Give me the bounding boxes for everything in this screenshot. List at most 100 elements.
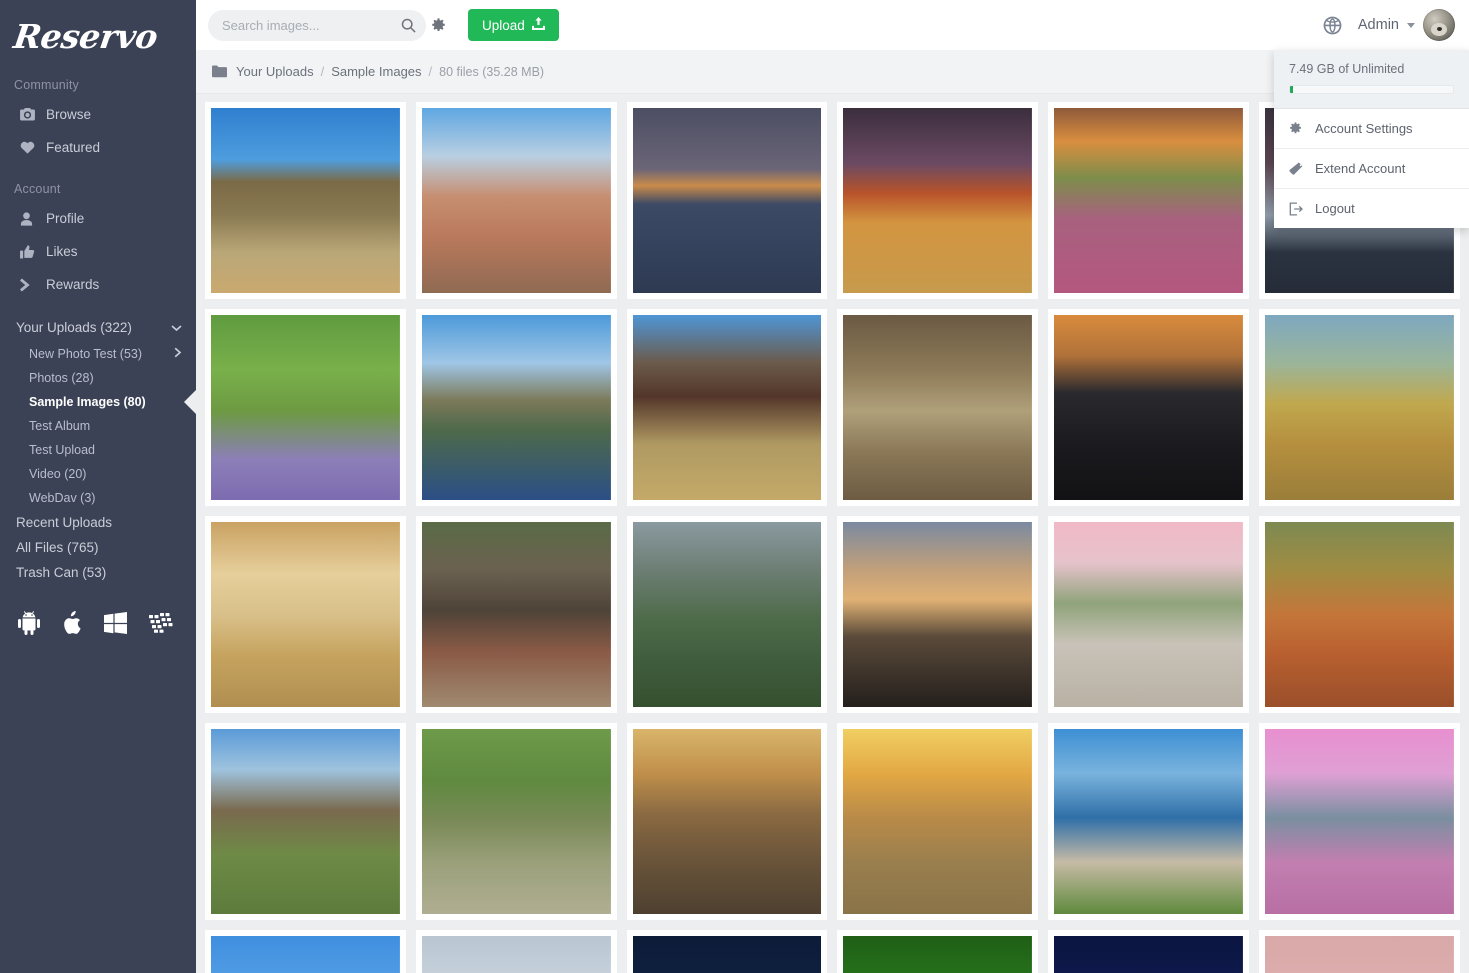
city-harbor-at-pink-dusk (1265, 729, 1454, 914)
upload-button[interactable]: Upload (468, 9, 559, 41)
sidebar-item-rewards[interactable]: Rewards (0, 268, 196, 301)
image-tile[interactable] (1048, 309, 1250, 506)
sidebar-section-account: Account (14, 182, 61, 196)
avatar[interactable] (1423, 9, 1455, 41)
apple-icon[interactable] (62, 611, 82, 635)
image-tile[interactable] (205, 516, 406, 713)
sidebar-item-browse[interactable]: Browse (0, 98, 196, 131)
image-grid (205, 102, 1460, 973)
image-tile[interactable] (837, 309, 1039, 506)
image-tile[interactable] (1048, 516, 1250, 713)
coit-tower-over-pink-sky (1054, 522, 1244, 707)
windows-icon[interactable] (104, 612, 127, 634)
sidebar-album-test-album[interactable]: Test Album (0, 414, 196, 438)
user-name: Admin (1357, 17, 1399, 33)
sidebar-item-likes[interactable]: Likes (0, 235, 196, 268)
globe-icon[interactable] (1323, 16, 1342, 35)
image-tile[interactable] (415, 723, 617, 920)
menu-item-label: Extend Account (1315, 161, 1406, 176)
blackberry-icon[interactable] (149, 613, 173, 633)
breadcrumb-item[interactable]: Sample Images (331, 64, 421, 79)
breadcrumb-item[interactable]: Your Uploads (236, 64, 314, 79)
image-tile[interactable] (415, 930, 617, 973)
brand-logo[interactable]: Reservo (0, 0, 196, 72)
user-menu-toggle[interactable]: Admin (1358, 9, 1455, 41)
search-icon[interactable] (398, 18, 419, 33)
image-tile[interactable] (626, 516, 828, 713)
album-label: Test Album (29, 419, 91, 433)
image-tile[interactable] (205, 102, 406, 299)
redwood-drive-through-tree-with-red-car (421, 522, 611, 707)
image-tile[interactable] (837, 102, 1039, 299)
search-bar[interactable] (208, 9, 445, 41)
gear-icon[interactable] (428, 17, 449, 33)
sidebar-section-community: Community (14, 78, 80, 92)
image-tile[interactable] (1259, 516, 1460, 713)
coastal-cliffs-and-surf (1054, 729, 1244, 914)
user-icon (20, 211, 46, 226)
sidebar-item-label: Profile (46, 211, 85, 226)
menu-item-logout[interactable]: Logout (1274, 188, 1469, 228)
tag-icon (1289, 162, 1303, 176)
image-tile[interactable] (626, 930, 828, 973)
sidebar-album-test-upload[interactable]: Test Upload (0, 438, 196, 462)
golden-gate-sunrise (843, 729, 1033, 914)
sidebar-album-new-photo-test-53[interactable]: New Photo Test (53) (0, 342, 196, 366)
cable-car-silhouette-on-tracks (1054, 315, 1244, 500)
sidebar-item-label: Rewards (46, 277, 100, 292)
coastal-ridge-under-golden-clouds (843, 522, 1033, 707)
album-label: Photos (28) (29, 371, 94, 385)
search-input[interactable] (222, 17, 398, 33)
image-tile[interactable] (415, 516, 617, 713)
sidebar-album-webdav-3[interactable]: WebDav (3) (0, 486, 196, 510)
sidebar-your-uploads-toggle[interactable]: Your Uploads (322) (0, 313, 196, 342)
image-tile[interactable] (1259, 309, 1460, 506)
image-tile[interactable] (626, 723, 828, 920)
image-tile[interactable] (626, 102, 828, 299)
logout-icon (1289, 201, 1303, 216)
root-link-list: Recent Uploads All Files (765) Trash Can (… (0, 510, 196, 585)
menu-item-extend-account[interactable]: Extend Account (1274, 148, 1469, 188)
image-tile[interactable] (205, 309, 406, 506)
sidebar-item-label: Browse (46, 107, 92, 122)
thumbs-up-icon (20, 244, 46, 259)
image-tile[interactable] (1048, 102, 1250, 299)
sidebar-item-profile[interactable]: Profile (0, 202, 196, 235)
image-tile[interactable] (837, 516, 1039, 713)
image-tile[interactable] (837, 930, 1039, 973)
wooden-church-and-blue-vintage-truck (211, 108, 400, 293)
main-area: Upload Admin 7.49 GB of Unlimited (196, 0, 1469, 973)
adobe-gate-with-red-flowers (421, 108, 611, 293)
your-uploads-label: Your Uploads (322) (16, 320, 132, 335)
menu-item-label: Logout (1315, 201, 1355, 216)
image-tile[interactable] (1259, 723, 1460, 920)
image-tile[interactable] (205, 930, 406, 973)
menu-item-account-settings[interactable]: Account Settings (1274, 109, 1469, 148)
upload-button-label: Upload (482, 17, 525, 33)
sidebar-all-files-765[interactable]: All Files (765) (0, 535, 196, 560)
image-tile[interactable] (415, 309, 617, 506)
dusty-rose-tone (1265, 936, 1454, 973)
android-icon[interactable] (18, 611, 40, 635)
sidebar-trash-can-53[interactable]: Trash Can (53) (0, 560, 196, 585)
sidebar-album-sample-images-80[interactable]: Sample Images (80) (0, 390, 196, 414)
image-tile[interactable] (1048, 930, 1250, 973)
image-tile[interactable] (626, 309, 828, 506)
sidebar-recent-uploads[interactable]: Recent Uploads (0, 510, 196, 535)
chevron-right-icon[interactable] (174, 347, 182, 361)
sidebar-album-photos-28[interactable]: Photos (28) (0, 366, 196, 390)
sidebar-album-video-20[interactable]: Video (20) (0, 462, 196, 486)
upload-icon (531, 17, 545, 33)
chevron-down-icon (171, 320, 182, 335)
camera-icon (20, 108, 46, 121)
image-tile[interactable] (1259, 930, 1460, 973)
brand-name: Reservo (11, 16, 160, 56)
sidebar-item-featured[interactable]: Featured (0, 131, 196, 164)
platform-icons (0, 585, 196, 635)
quota-label: 7.49 GB of Unlimited (1289, 62, 1405, 76)
image-tile[interactable] (837, 723, 1039, 920)
image-tile[interactable] (205, 723, 406, 920)
storm-clouds-over-desert-brush (843, 108, 1033, 293)
image-tile[interactable] (1048, 723, 1250, 920)
image-tile[interactable] (415, 102, 617, 299)
